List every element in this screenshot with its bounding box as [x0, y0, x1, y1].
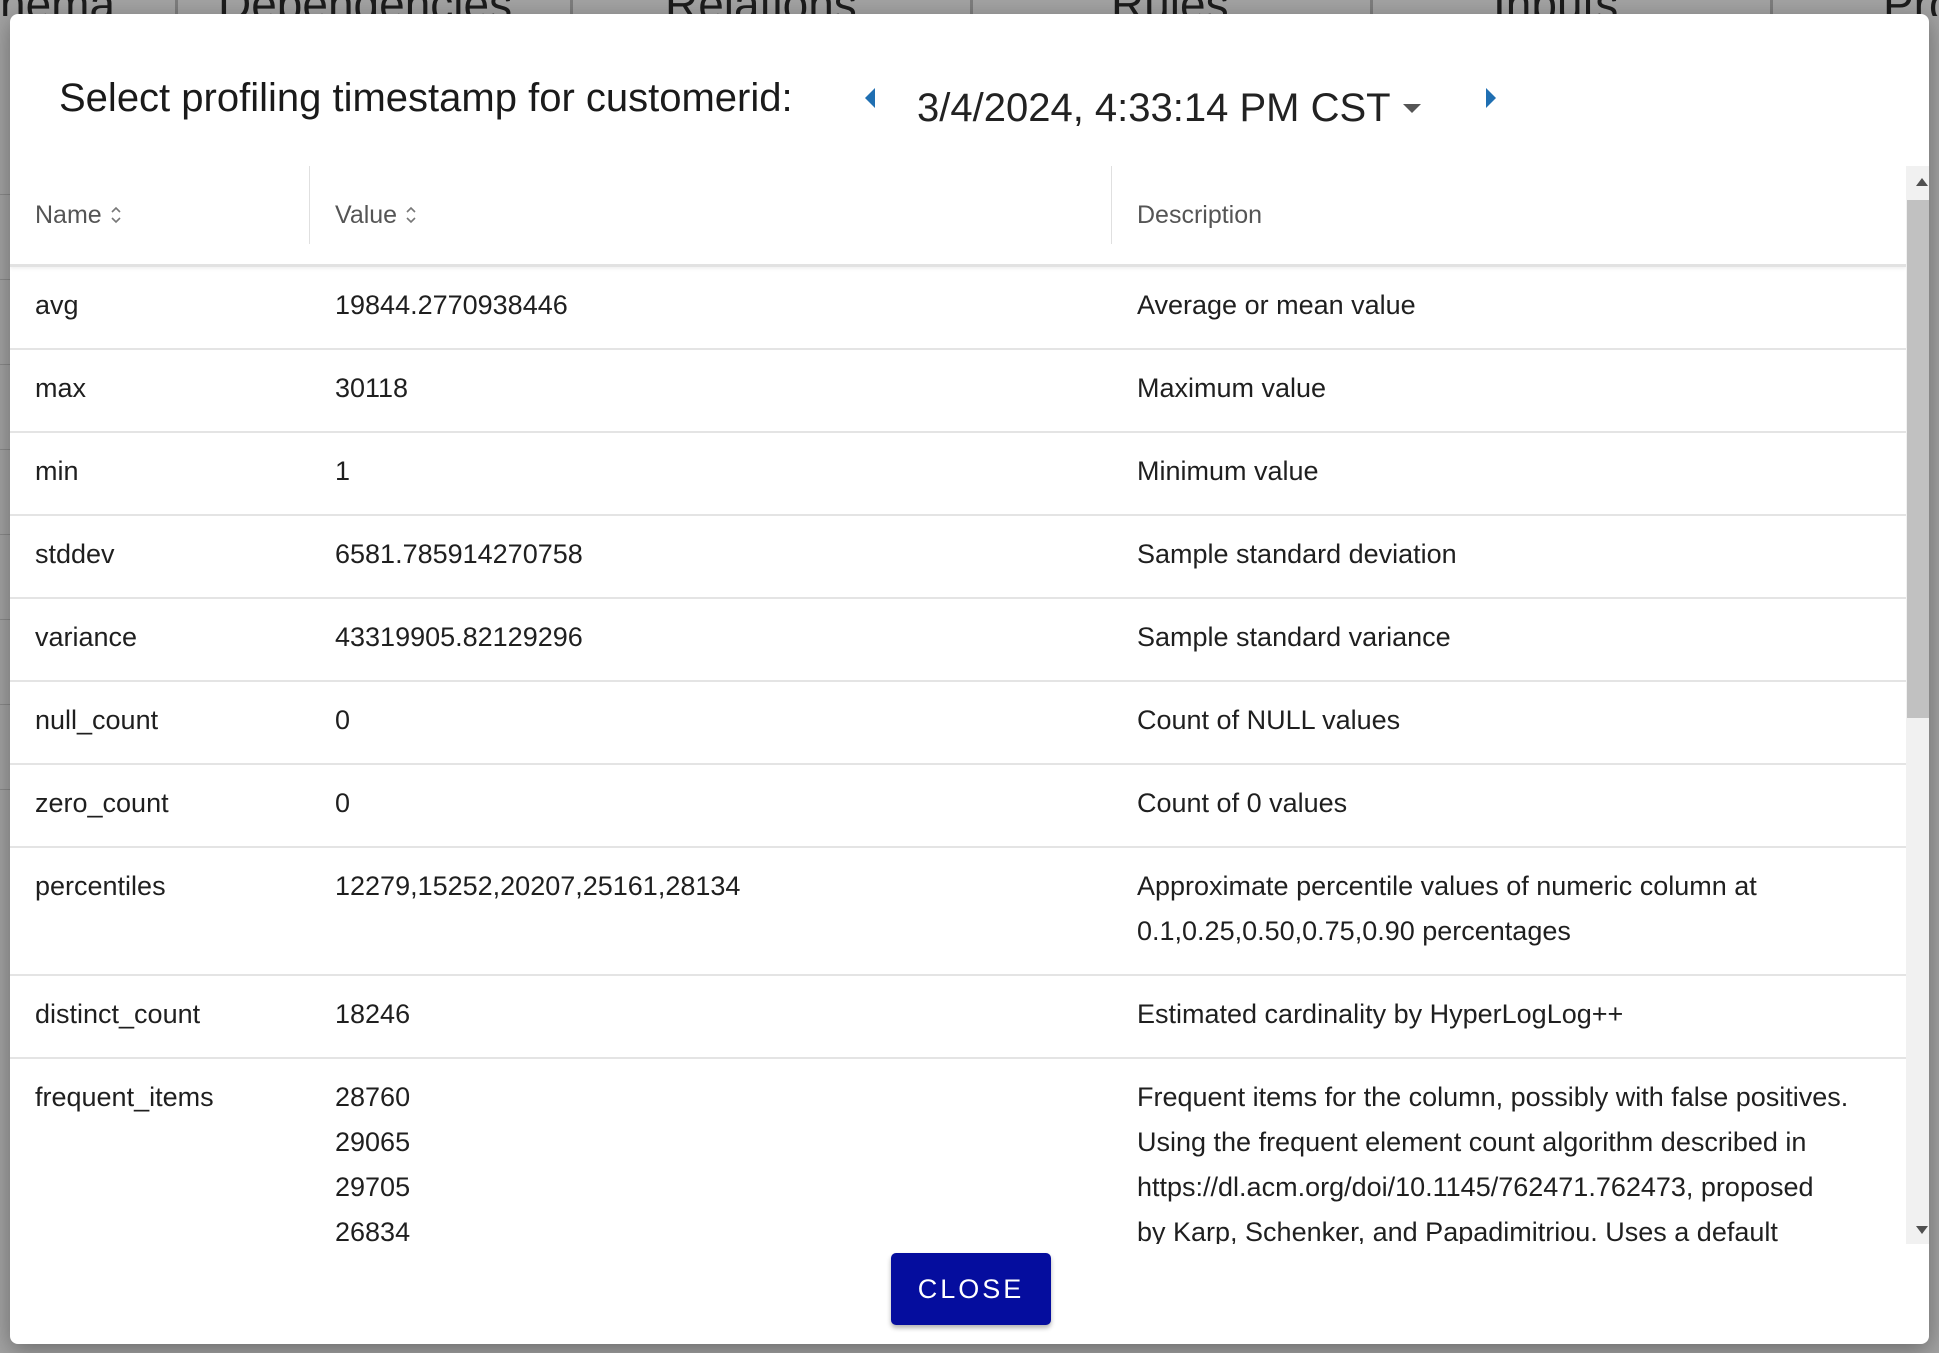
cell-description: Sample standard variance: [1137, 599, 1906, 660]
cell-description: Minimum value: [1137, 433, 1906, 494]
cell-description-line: Count of 0 values: [1137, 788, 1348, 818]
cell-value: 43319905.82129296: [335, 599, 1095, 660]
column-header-value[interactable]: Value: [335, 166, 417, 264]
cell-value: 18246: [335, 976, 1095, 1037]
column-header-label: Description: [1137, 200, 1263, 229]
table-row: zero_count 0 Count of 0 values: [10, 765, 1906, 848]
cell-value-line: 0: [335, 705, 351, 735]
table-body: avg 19844.2770938446 Average or mean value…: [10, 267, 1906, 1244]
cell-value-line: 6581.785914270758: [335, 539, 583, 569]
cell-description-line: 0.1,0.25,0.50,0.75,0.90 percentages: [1137, 916, 1571, 946]
profile-table: Name Value Description avg 19844.27709384…: [10, 166, 1906, 1244]
cell-description-line: Frequent items for the column, possibly …: [1137, 1082, 1849, 1112]
cell-value: 1: [335, 433, 1095, 494]
cell-value-line: 43319905.82129296: [335, 622, 583, 652]
cell-name: zero_count: [35, 788, 169, 818]
cell-name: null_count: [35, 705, 159, 735]
cell-value-line: 29705: [335, 1172, 411, 1202]
cell-description: Frequent items for the column, possibly …: [1137, 1059, 1906, 1244]
cell-description: Count of 0 values: [1137, 765, 1906, 826]
sort-icon: [111, 206, 121, 224]
cell-description: Sample standard deviation: [1137, 516, 1906, 577]
triangle-right-icon: [1486, 88, 1496, 108]
table-row: null_count 0 Count of NULL values: [10, 682, 1906, 765]
cell-name: frequent_items: [35, 1082, 214, 1112]
column-header-label: Value: [335, 200, 398, 229]
cell-name: percentiles: [35, 871, 166, 901]
cell-value: 0: [335, 765, 1095, 826]
cell-value-line: 18246: [335, 999, 411, 1029]
cell-description: Average or mean value: [1137, 267, 1906, 328]
cell-description: Approximate percentile values of numeric…: [1137, 848, 1906, 954]
cell-description: Estimated cardinality by HyperLogLog++: [1137, 976, 1906, 1037]
cell-value: 28760 29065 29705 26834: [335, 1059, 1095, 1244]
cell-value-line: 0: [335, 788, 351, 818]
previous-timestamp-button[interactable]: [861, 84, 881, 112]
cell-value: 19844.2770938446: [335, 267, 1095, 328]
scroll-up-arrow-icon[interactable]: [1914, 176, 1929, 188]
table-row: avg 19844.2770938446 Average or mean value: [10, 267, 1906, 350]
cell-value-line: 30118: [335, 373, 409, 403]
sort-icon: [406, 206, 416, 224]
cell-name: max: [35, 373, 87, 403]
cell-name: stddev: [35, 539, 115, 569]
column-divider[interactable]: [309, 166, 310, 244]
table-row: frequent_items 28760 29065 29705 26834 Freque…: [10, 1059, 1906, 1244]
cell-description-line: Using the frequent element count algorit…: [1137, 1127, 1807, 1157]
cell-description-line: Average or mean value: [1137, 290, 1416, 320]
triangle-left-icon: [865, 88, 875, 108]
cell-value-line: 26834: [335, 1217, 411, 1244]
column-header-label: Name: [35, 200, 102, 229]
cell-description-line: Count of NULL values: [1137, 705, 1401, 735]
cell-value-line: 19844.2770938446: [335, 290, 568, 320]
cell-value-line: 28760: [335, 1082, 411, 1112]
cell-value: 30118: [335, 350, 1095, 411]
cell-value: 6581.785914270758: [335, 516, 1095, 577]
cell-description-line: Sample standard variance: [1137, 622, 1451, 652]
cell-name: min: [35, 456, 79, 486]
table-row: stddev 6581.785914270758 Sample standard d…: [10, 516, 1906, 599]
close-button[interactable]: CLOSE: [891, 1253, 1051, 1325]
cell-description-line: Sample standard deviation: [1137, 539, 1457, 569]
scroll-down-arrow-icon[interactable]: [1914, 1224, 1929, 1236]
cell-description-line: Minimum value: [1137, 456, 1319, 486]
timestamp-value: 3/4/2024, 4:33:14 PM CST: [917, 85, 1391, 130]
table-row: max 30118 Maximum value: [10, 350, 1906, 433]
table-header: Name Value Description: [10, 166, 1906, 267]
cell-description-line: Approximate percentile values of numeric…: [1137, 871, 1757, 901]
column-header-description: Description: [1137, 166, 1262, 264]
cell-value-line: 12279,15252,20207,25161,28134: [335, 871, 741, 901]
timestamp-dropdown[interactable]: 3/4/2024, 4:33:14 PM CST: [917, 80, 1423, 136]
table-row: variance 43319905.82129296 Sample standard…: [10, 599, 1906, 682]
next-timestamp-button[interactable]: [1480, 84, 1500, 112]
table-scrollbar[interactable]: [1906, 166, 1929, 1244]
cell-value: 0: [335, 682, 1095, 743]
cell-description-line: by Karp, Schenker, and Papadimitriou. Us…: [1137, 1217, 1778, 1244]
cell-description: Count of NULL values: [1137, 682, 1906, 743]
scrollbar-thumb[interactable]: [1907, 200, 1929, 718]
cell-value-line: 1: [335, 456, 351, 486]
profiling-dialog: Select profiling timestamp for customeri…: [10, 14, 1929, 1344]
cell-name: distinct_count: [35, 999, 201, 1029]
cell-name: variance: [35, 622, 138, 652]
cell-description: Maximum value: [1137, 350, 1906, 411]
table-row: distinct_count 18246 Estimated cardinality…: [10, 976, 1906, 1059]
cell-description-line: Maximum value: [1137, 373, 1327, 403]
cell-description-line: https://dl.acm.org/doi/10.1145/762471.76…: [1137, 1172, 1814, 1202]
caret-down-icon: [1402, 104, 1421, 113]
cell-name: avg: [35, 290, 79, 320]
cell-value-line: 29065: [335, 1127, 411, 1157]
cell-description-line: Estimated cardinality by HyperLogLog++: [1137, 999, 1624, 1029]
column-divider[interactable]: [1111, 166, 1112, 244]
dialog-title: Select profiling timestamp for customeri…: [59, 76, 793, 120]
column-header-name[interactable]: Name: [35, 166, 122, 264]
table-row: min 1 Minimum value: [10, 433, 1906, 516]
table-row: percentiles 12279,15252,20207,25161,28134…: [10, 848, 1906, 976]
cell-value: 12279,15252,20207,25161,28134: [335, 848, 1095, 909]
